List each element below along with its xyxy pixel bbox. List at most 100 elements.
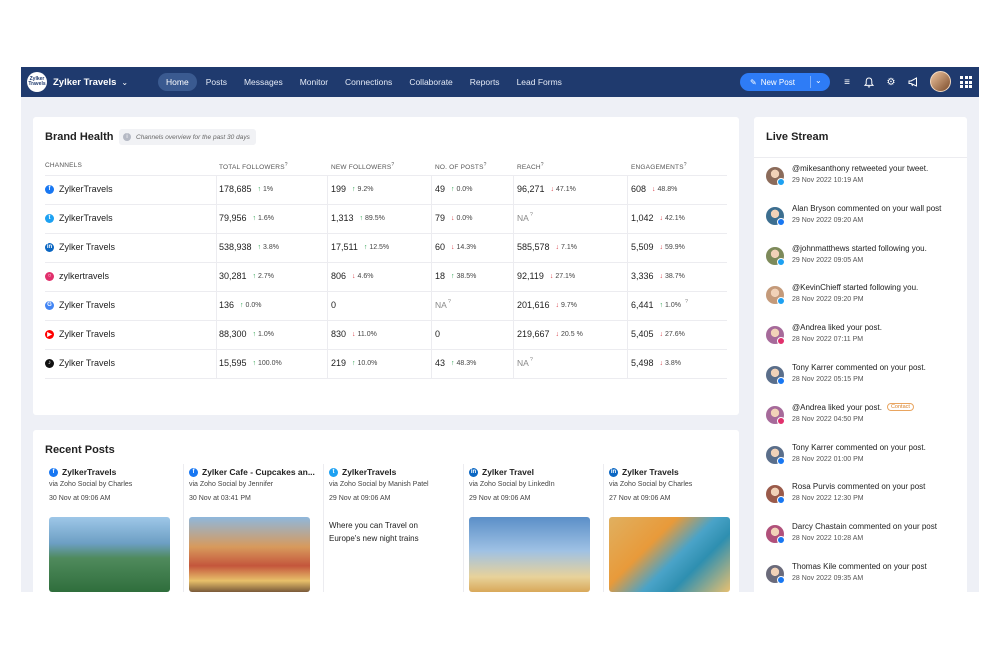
network-badge-icon (777, 337, 785, 346)
total-value: 79,956 (219, 213, 247, 223)
hint-text: Channels overview for the past 30 days (136, 133, 250, 141)
recent-post[interactable]: t ZylkerTravels via Zoho Social by Manish … (325, 464, 465, 592)
channel-cell[interactable]: ▶ Zylker Travels (45, 320, 115, 348)
post-date: 29 Nov at 09:06 AM (329, 495, 391, 502)
table-row: ▶ Zylker Travels 88,300 ↑ 1.0% 830 ↓ 11.0% 0 21… (33, 320, 739, 348)
channel-cell[interactable]: in Zylker Travels (45, 233, 115, 261)
nav-reports[interactable]: Reports (462, 73, 508, 91)
header-reach[interactable]: REACH? (517, 162, 544, 171)
new-post-button[interactable]: ✎ New Post ⌄ (740, 73, 830, 91)
new-cell: 17,511 ↑ 12.5% (331, 233, 389, 261)
post-account-name: ZylkerTravels (62, 467, 117, 477)
nav-posts[interactable]: Posts (198, 73, 235, 91)
nav-home[interactable]: Home (158, 73, 197, 91)
stream-item[interactable]: @mikesanthony retweeted your tweet. 29 No… (766, 164, 966, 200)
gear-icon[interactable]: ⚙ (884, 75, 898, 89)
nav-connections[interactable]: Connections (337, 73, 400, 91)
nav-collaborate[interactable]: Collaborate (401, 73, 460, 91)
airplane-wing-photo[interactable] (469, 517, 590, 592)
post-account: f Zylker Cafe - Cupcakes an... (189, 467, 315, 477)
eng-cell: 6,441 ↑ 1.0%? (631, 291, 688, 319)
stream-date: 28 Nov 2022 04:50 PM (792, 415, 864, 423)
stream-item[interactable]: @KevinChieff started following you. 28 No… (766, 283, 966, 319)
twitter-icon: t (329, 467, 338, 477)
stream-item[interactable]: Tony Karrer commented on your post. 28 No… (766, 443, 966, 479)
stream-item[interactable]: @Andrea liked your post. 28 Nov 2022 07:1… (766, 323, 966, 359)
total-value: 15,595 (219, 358, 247, 368)
megaphone-icon[interactable] (906, 75, 920, 89)
brand-name: Zylker Travels (53, 76, 117, 88)
stream-text: @johnmatthews started following you. (792, 244, 927, 253)
contact-tag[interactable]: Contact (886, 403, 914, 412)
change-value: 12.5% (369, 243, 390, 251)
eng-cell: 5,498 ↓ 3.8% (631, 349, 681, 377)
new-value: 17,511 (331, 242, 358, 252)
table-divider (45, 175, 727, 176)
eng-cell: 5,509 ↓ 59.9% (631, 233, 685, 261)
recent-post[interactable]: in Zylker Travels via Zoho Social by Charl… (605, 464, 745, 592)
channel-cell[interactable]: G Zylker Travels (45, 291, 115, 319)
posts-value: 43 (435, 358, 446, 368)
header-new-followers[interactable]: NEW FOLLOWERS? (331, 162, 394, 171)
apps-grid-icon[interactable] (960, 76, 972, 88)
user-avatar[interactable] (930, 71, 951, 92)
posts-change: ↑ 48.3% (451, 360, 476, 367)
new-change: ↓ 4.6% (352, 273, 373, 280)
network-badge-icon (777, 496, 785, 505)
twitter-icon: t (45, 213, 54, 223)
nav-lead-forms[interactable]: Lead Forms (509, 73, 570, 91)
help-icon[interactable]: ? (448, 299, 451, 305)
change-value: 10.0% (357, 359, 378, 367)
channel-cell[interactable]: ○ zylkertravels (45, 262, 109, 290)
channel-cell[interactable]: t ZylkerTravels (45, 204, 113, 232)
reach-value: NA (517, 358, 529, 368)
eng-cell: 1,042 ↓ 42.1% (631, 204, 685, 232)
stream-item[interactable]: Alan Bryson commented on your wall post 2… (766, 204, 966, 240)
nav-messages[interactable]: Messages (236, 73, 291, 91)
stream-date: 28 Nov 2022 07:11 PM (792, 336, 864, 344)
eng-value: 5,509 (631, 242, 654, 252)
channel-cell[interactable]: ♪ Zylker Travels (45, 349, 115, 377)
chevron-down-icon[interactable]: ⌄ (815, 76, 822, 85)
header-posts[interactable]: NO. OF POSTS? (435, 162, 487, 171)
channel-cell[interactable]: f ZylkerTravels (45, 175, 113, 203)
help-icon[interactable]: ? (530, 212, 533, 218)
stream-item[interactable]: Thomas Kile commented on your post 28 Nov… (766, 562, 966, 592)
network-badge-icon (777, 257, 785, 266)
stream-item[interactable]: @johnmatthews started following you. 29 N… (766, 244, 966, 280)
nav-monitor[interactable]: Monitor (292, 73, 336, 91)
help-icon[interactable]: ? (685, 299, 688, 305)
eng-change: ↓ 27.6% (660, 331, 685, 338)
help-icon[interactable]: ? (530, 357, 533, 363)
coastal-village-photo[interactable] (189, 517, 310, 592)
post-account-name: ZylkerTravels (342, 467, 397, 477)
recent-post[interactable]: f ZylkerTravels via Zoho Social by Charles… (45, 464, 185, 592)
new-value: 0 (331, 300, 337, 310)
total-change: ↑ 3.8% (258, 244, 279, 251)
stream-text: Darcy Chastain commented on your post (792, 522, 937, 531)
beach-aerial-photo[interactable] (609, 517, 730, 592)
mountain-lake-photo[interactable] (49, 517, 170, 592)
stream-item[interactable]: Tony Karrer commented on your post. 28 No… (766, 363, 966, 399)
recent-post[interactable]: in Zylker Travel via Zoho Social by Linked… (465, 464, 605, 592)
brand-health-card: Brand Health i Channels overview for the… (33, 117, 739, 415)
header-total-followers[interactable]: TOTAL FOLLOWERS? (219, 162, 288, 171)
change-value: 27.6% (664, 330, 685, 338)
recent-post[interactable]: f Zylker Cafe - Cupcakes an... via Zoho So… (185, 464, 325, 592)
linkedin-icon: in (45, 242, 54, 252)
stream-item[interactable]: @Andrea liked your post. Contact 28 Nov 20… (766, 403, 966, 439)
facebook-icon: f (45, 184, 54, 194)
stream-text: @Andrea liked your post. Contact (792, 403, 914, 412)
stream-date: 28 Nov 2022 05:15 PM (792, 376, 864, 383)
header-engagements[interactable]: ENGAGEMENTS? (631, 162, 687, 171)
new-cell: 219 ↑ 10.0% (331, 349, 377, 377)
channel-name: Zylker Travels (59, 242, 116, 252)
menu-list-icon[interactable]: ≡ (840, 75, 854, 89)
brand-switcher[interactable]: Zylker Travels Zylker Travels ⌄ (27, 72, 153, 92)
eng-value: 3,336 (631, 271, 654, 281)
stream-text: Alan Bryson commented on your wall post (792, 204, 941, 213)
stream-item[interactable]: Rosa Purvis commented on your post 28 Nov… (766, 482, 966, 518)
eng-change: ↓ 59.9% (660, 244, 685, 251)
bell-icon[interactable] (862, 75, 876, 89)
stream-item[interactable]: Darcy Chastain commented on your post 28 … (766, 522, 966, 558)
